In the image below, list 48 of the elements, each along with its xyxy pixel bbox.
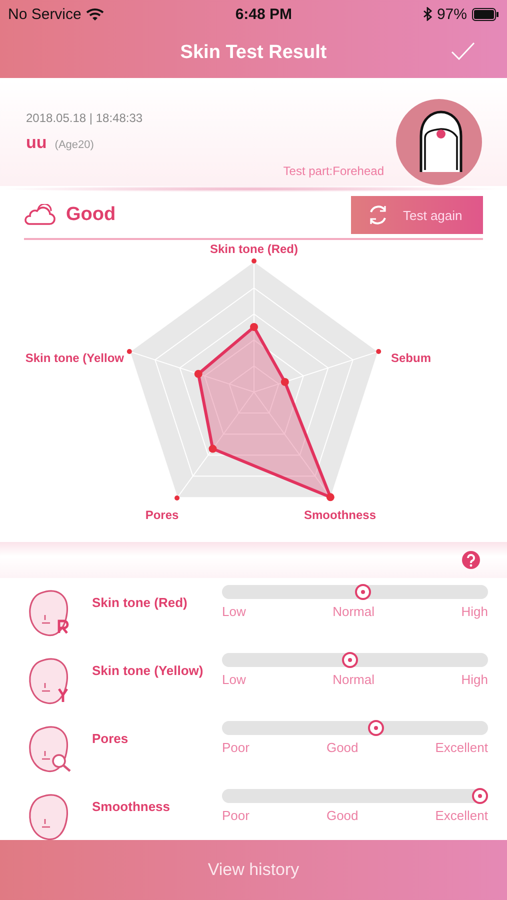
- axis-label: Pores: [145, 508, 179, 522]
- cloud-icon: [24, 204, 56, 226]
- axis-dot: [126, 349, 132, 354]
- clock-text: 6:48 PM: [235, 6, 292, 22]
- screen-title: Skin Test Result: [180, 42, 327, 64]
- scale-label: Good: [326, 808, 358, 823]
- scale-label: Excellent: [435, 808, 488, 823]
- rating-text: Good: [66, 204, 116, 226]
- axis-label: Skin tone (Yellow: [25, 351, 124, 365]
- axis-dot: [174, 495, 180, 500]
- view-history-button[interactable]: View history: [0, 840, 507, 900]
- user-name: uu: [26, 133, 47, 153]
- scale-label: Excellent: [435, 740, 488, 755]
- checkmark-icon[interactable]: [451, 42, 475, 60]
- refresh-icon: [367, 204, 389, 226]
- scale-label: High: [461, 672, 488, 687]
- metric-label: Smoothness: [91, 799, 172, 816]
- user-age: (Age20): [54, 139, 94, 151]
- wifi-icon: [86, 8, 104, 20]
- test-part-text: Test part:Forehead: [283, 164, 384, 178]
- scale-label: Poor: [222, 808, 250, 823]
- axis-label: Skin tone (Red): [210, 242, 298, 256]
- scale-label: Good: [326, 740, 358, 755]
- axis-dot: [376, 349, 382, 354]
- scale-label: Low: [222, 672, 246, 687]
- battery-percent: 97%: [436, 6, 467, 22]
- scale-label: Normal: [332, 604, 374, 619]
- scale-label: Low: [222, 604, 246, 619]
- axis-label: Sebum: [391, 351, 432, 365]
- data-point: [208, 444, 217, 453]
- data-point: [194, 370, 202, 378]
- axis-label: Smoothness: [304, 508, 376, 522]
- battery-icon: [472, 8, 499, 20]
- axis-dot: [252, 258, 256, 264]
- scale-label: High: [461, 604, 488, 619]
- metric-label: Pores: [91, 731, 130, 748]
- scale-label: Normal: [332, 672, 374, 687]
- test-datetime: 2018.05.18 | 18:48:33: [26, 111, 144, 125]
- data-point: [326, 493, 334, 502]
- scale-label: Poor: [222, 740, 250, 755]
- help-icon[interactable]: [461, 550, 481, 570]
- bluetooth-icon: [422, 7, 432, 21]
- test-again-button[interactable]: Test again: [351, 196, 483, 234]
- metric-label: Skin tone (Yellow): [91, 663, 204, 680]
- data-point: [280, 378, 289, 386]
- metric-label: Skin tone (Red): [91, 595, 188, 612]
- carrier-text: No Service: [8, 6, 82, 22]
- data-point: [250, 323, 258, 331]
